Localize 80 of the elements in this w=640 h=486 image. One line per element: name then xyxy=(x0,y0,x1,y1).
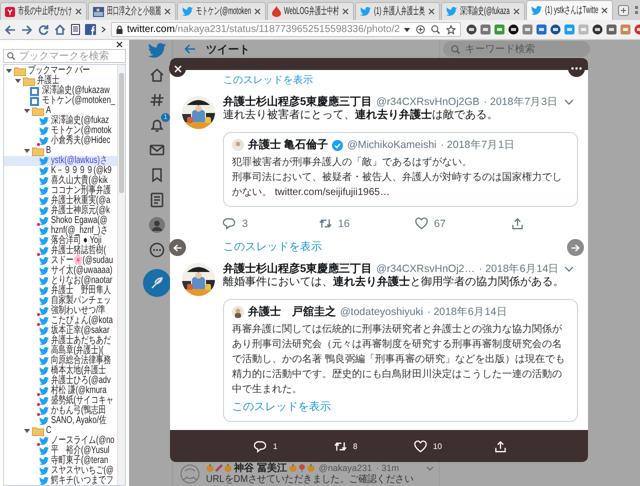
bookmark-item[interactable]: 高島章(弁護士)( xyxy=(4,346,117,356)
bookmark-item[interactable]: 寺町東子(@teran xyxy=(4,456,117,466)
like-button[interactable]: 67 xyxy=(415,217,511,230)
bookmark-item[interactable]: 弁護士あだちあだ xyxy=(4,336,117,346)
bookmark-item[interactable]: 平 裕介(@Yusul xyxy=(4,446,117,456)
browser-tab[interactable]: (1) ystkさんはTwitte xyxy=(526,0,614,20)
bookmark-item[interactable]: とりなお(@naotar xyxy=(4,276,117,286)
bookmark-item[interactable]: 小倉秀夫(@Hidec xyxy=(4,136,117,146)
bookmark-folder[interactable]: B xyxy=(4,146,117,156)
bookmark-item[interactable]: かもん弓(鴨志田 xyxy=(4,406,117,416)
bookmark-item[interactable]: 落合洋司 ● Yoji xyxy=(4,236,117,246)
tweet-date[interactable]: · 2018年7月1日 xyxy=(440,138,515,152)
bookmark-item[interactable]: ココナン刑事弁護 xyxy=(4,186,117,196)
bookmark-item[interactable]: 深澤諭史(@fukazaw xyxy=(4,86,117,96)
bookmark-item[interactable]: K－９９９９(@k9 xyxy=(4,166,117,176)
tweet-date[interactable]: · 2018年6月14日 xyxy=(427,305,508,319)
browser-tab[interactable]: WebLOG弁護士中村 xyxy=(267,2,354,20)
tweet-text: 再審弁護に関しては伝統的に刑事法研究者と弁護士との強力な協力関係があり刑事司法研究会（元々は再審制度を研究する刑事再審制度研究会の名で活動し、かの名著 鴨良弼編「刑事再審の研究」などを出版）は現在でも精力的に活動中です。歴史的にも白鳥財田川決定はこうした一連の活動の中で生まれた。 xyxy=(232,322,566,397)
browser-tab[interactable]: 深澤諭史(@fukaza xyxy=(441,2,525,20)
search-field[interactable]: キーワード検索 xyxy=(443,41,590,57)
bookmark-item[interactable]: 鰐キチ(いつまでフ xyxy=(4,476,117,486)
bookmark-item[interactable]: サイ太(@uwaaaa) xyxy=(4,266,117,276)
bookmark-item[interactable]: hznf(@_hznf_)さ xyxy=(4,226,117,236)
tweet-text: 連れ去り被害者にとって、連れ去り弁護士は敵である。 xyxy=(223,108,499,123)
bookmark-item[interactable]: ノースライム(@no xyxy=(4,436,117,446)
bookmark-item[interactable]: SANO, Ayako/佐 xyxy=(4,416,117,426)
browser-tab[interactable]: 市長の中止呼びかけ xyxy=(0,2,87,20)
author-handle[interactable]: @MichikoKameishi xyxy=(347,138,436,152)
bookmark-item[interactable]: こたぴょん(@kota xyxy=(4,316,117,326)
bookmark-item[interactable]: 坂本正幸(@sakar xyxy=(4,326,117,336)
bookmark-item[interactable]: モトケン(@motoken_ xyxy=(4,96,117,106)
tweet-date[interactable]: · 2018年7月3日 xyxy=(484,96,558,108)
author-name[interactable]: 弁護士 亀石倫子 xyxy=(248,138,328,152)
bookmark-item[interactable]: 弁護士猪誌哲樹( xyxy=(4,246,117,256)
browser-tab[interactable]: (1) 弁護人弁護士奥 xyxy=(355,2,440,20)
bookmark-item[interactable]: 強制わいせつ/準 xyxy=(4,306,117,316)
tweet-text: 離婚事件においては、連れ去り弁護士と御用学者の協力関係がある。 xyxy=(223,275,565,290)
bookmark-folder[interactable]: 弁護士 xyxy=(4,76,117,86)
bookmark-item[interactable]: Shoko Egawa(@ xyxy=(4,216,117,226)
bookmark-item[interactable]: スヤスヤいちご(@ xyxy=(4,466,117,476)
bookmark-item[interactable]: 深澤諭史(@fukaz xyxy=(4,116,117,126)
bookmark-item[interactable]: ystk(@lawkus)さ xyxy=(4,156,117,166)
bookmark-folder[interactable]: C xyxy=(4,426,117,436)
page-title: ツイート xyxy=(206,42,250,56)
tweet-text: URLをDMさせていただきました。ご確認ください xyxy=(206,474,415,486)
bookmark-item[interactable]: 弁護士ひろ(@adv xyxy=(4,376,117,386)
browser-tab[interactable]: 田口淳之介と小嶺麗 xyxy=(88,2,176,20)
tweet-text: 犯罪被害者が刑事弁護人の「敵」であるはずがない。 xyxy=(232,156,473,170)
author-name[interactable]: 神谷 冨美江 xyxy=(234,461,287,475)
bookmark-item[interactable]: モトケン(@motok xyxy=(4,126,117,136)
author-handle[interactable]: @r34CXRsvHnOj2GB xyxy=(376,96,480,108)
bookmark-item[interactable]: 喜久山大貴(@kik xyxy=(4,176,117,186)
bookmark-item[interactable]: 村松 謙(@kmura xyxy=(4,386,117,396)
bookmark-item[interactable]: スドー🌸(@sudau xyxy=(4,256,117,266)
bookmark-folder[interactable]: A xyxy=(4,106,117,116)
bookmark-item[interactable]: 向原総合法律事務 xyxy=(4,356,117,366)
bookmark-item[interactable]: 自家製パンチェッ xyxy=(4,296,117,306)
reply-button[interactable]: 3 xyxy=(223,217,319,230)
author-name[interactable]: 弁護士杉山程彦5東慶應三丁目 xyxy=(223,96,372,108)
author-handle[interactable]: @r34CXRsvHnOj2… xyxy=(376,263,475,275)
bookmark-folder[interactable]: ブックマーク バー xyxy=(4,66,117,76)
browser-tab[interactable]: モトケン(@motoken xyxy=(177,2,266,20)
tweet-date[interactable]: · 2018年6月14日 xyxy=(478,263,560,275)
retweet-button[interactable]: 16 xyxy=(319,217,415,230)
bookmark-item[interactable]: 弁護士秋重実(@a xyxy=(4,196,117,206)
like-button[interactable]: 10 xyxy=(414,440,494,452)
retweet-button[interactable]: 8 xyxy=(334,440,414,452)
search-field[interactable]: ブックマークを検索 xyxy=(3,49,126,63)
author-name[interactable]: 弁護士 戸舘圭之 xyxy=(248,305,336,319)
bookmark-item[interactable]: 橋本太地(弁護士 xyxy=(4,366,117,376)
quoted-tweet[interactable]: 弁護士 戸舘圭之 @todateyoshiyuki · 2018年6月14日 再審弁護に関しては伝統的に刑事法研究者と弁護士との強力な協力関係があり刑事司法研究会（元々は再審制度を研究する刑事再審制度研究会の名で活動し、かの名著 鴨良弼編「刑事再審の研究」などを出版）は現在でも精力的に活動中です。歴史的にも白鳥財田川決定はこうした一連の活動の中で生まれた。 このスレッドを表示 xyxy=(223,299,578,422)
author-handle[interactable]: @todateyoshiyuki xyxy=(340,305,424,319)
bookmark-item[interactable]: 弁護士神原元(@k xyxy=(4,206,117,216)
tweet-text: 刑事司法において、被疑者・被告人、弁護人が対峙するのは国家権力でしかない。 twitter.com/seijifujii1965… xyxy=(232,170,563,200)
author-name[interactable]: 弁護士杉山程彦5東慶應三丁目 xyxy=(223,263,372,275)
bookmark-item[interactable]: 盛勢紙(サイコキャ xyxy=(4,396,117,406)
quoted-tweet[interactable]: 弁護士 亀石倫子 @MichikoKameishi · 2018年7月1日 犯罪被害者が刑事弁護人の「敵」であるはずがない。 刑事司法において、被疑者・被告人、弁護人が対峙するのは国家権力でしかない。 twitter.com/seijifujii1965… xyxy=(223,132,578,207)
reply-button[interactable]: 1 xyxy=(254,440,334,452)
bookmark-item[interactable]: 弁護士 野田隼人 xyxy=(4,286,117,296)
address-field[interactable]: twitter.com/nakaya231/status/1187739652515598336/photo/2 xyxy=(111,22,461,37)
